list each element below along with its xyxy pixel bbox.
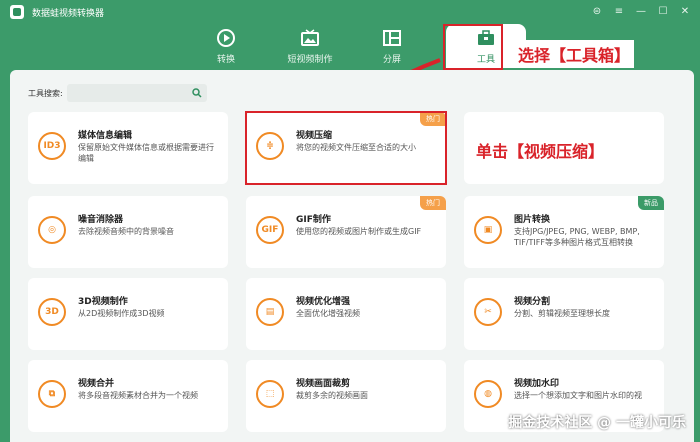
card-desc: 支持JPG/JPEG, PNG, WEBP, BMP, TIF/TIFF等多种图… <box>514 227 640 247</box>
card-desc: 裁剪多余的视频画面 <box>296 391 368 400</box>
menu-icon[interactable]: ≡ <box>610 3 628 19</box>
convert-icon <box>217 29 235 47</box>
headphones-icon: ◎ <box>38 216 66 244</box>
tool-card-media-info[interactable]: ID3 媒体信息编辑 保留原始文件媒体信息或根据需要进行编辑 <box>28 112 228 184</box>
scissors-icon: ✂ <box>474 298 502 326</box>
title-bar: 数据蛙视频转换器 ⊜ ≡ — ☐ ✕ <box>0 0 700 24</box>
search-input[interactable] <box>66 87 187 106</box>
hot-badge: 热门 <box>420 196 446 210</box>
maximize-icon[interactable]: ☐ <box>654 3 672 19</box>
card-title: 视频合并 <box>78 379 115 389</box>
image-convert-icon: ▣ <box>474 216 502 244</box>
app-title: 数据蛙视频转换器 <box>32 8 105 19</box>
tool-card-image-convert[interactable]: ▣ 图片转换 支持JPG/JPEG, PNG, WEBP, BMP, TIF/T… <box>464 196 664 268</box>
site-watermark: 掘金技术社区 @ 一罐小可乐 <box>508 415 686 431</box>
search-label: 工具搜索: <box>28 88 63 98</box>
tool-card-video-split[interactable]: ✂ 视频分割 分割、剪辑视频至理想长度 <box>464 278 664 350</box>
tv-icon <box>301 29 319 46</box>
3d-icon: 3D <box>38 298 66 326</box>
merge-icon: ⧉ <box>38 380 66 408</box>
minimize-icon[interactable]: — <box>632 3 650 19</box>
new-badge: 新品 <box>638 196 664 210</box>
search-icon[interactable] <box>191 88 202 98</box>
card-desc: 选择一个想添加文字和图片水印的视 <box>514 391 642 400</box>
select-toolbox-callout: 选择【工具箱】 <box>514 40 635 68</box>
tool-card-noise-removal[interactable]: ◎ 噪音消除器 去除视频音频中的背景噪音 <box>28 196 228 268</box>
card-desc: 保留原始文件媒体信息或根据需要进行编辑 <box>78 143 214 163</box>
tool-card-video-crop[interactable]: ⬚ 视频画面裁剪 裁剪多余的视频画面 <box>246 360 446 432</box>
card-desc: 从2D视频制作成3D视频 <box>78 309 165 318</box>
card-title: GIF制作 <box>296 215 331 225</box>
gif-icon: GIF <box>256 216 284 244</box>
watermark-icon: ◍ <box>474 380 502 408</box>
window-controls: ⊜ ≡ — ☐ ✕ <box>588 3 694 19</box>
tab-label-short-video: 短视频制作 <box>287 55 333 65</box>
tab-convert[interactable]: 转换 <box>186 24 266 68</box>
card-desc: 使用您的视频或图片制作或生成GIF <box>296 227 422 236</box>
card-desc: 去除视频音频中的背景噪音 <box>78 227 174 236</box>
split-screen-icon <box>383 30 401 46</box>
card-title: 媒体信息编辑 <box>78 131 133 141</box>
card-title: 视频加水印 <box>514 379 560 389</box>
card-title: 噪音消除器 <box>78 215 124 225</box>
tool-card-gif-maker[interactable]: GIF GIF制作 使用您的视频或图片制作或生成GIF 热门 <box>246 196 446 268</box>
feedback-icon[interactable]: ⊜ <box>588 3 606 19</box>
close-icon[interactable]: ✕ <box>676 3 694 19</box>
tab-short-video[interactable]: 短视频制作 <box>270 24 350 68</box>
toolbox-highlight-box <box>443 24 503 70</box>
tool-card-3d-video[interactable]: 3D 3D视频制作 从2D视频制作成3D视频 <box>28 278 228 350</box>
card-title: 视频画面裁剪 <box>296 379 351 389</box>
crop-icon: ⬚ <box>256 380 284 408</box>
card-desc: 将多段音视频素材合并为一个视频 <box>78 391 198 400</box>
card-title: 视频分割 <box>514 297 551 307</box>
card-title: 图片转换 <box>514 215 551 225</box>
card-title: 3D视频制作 <box>78 297 128 307</box>
search-box[interactable] <box>66 84 207 106</box>
card-desc: 全面优化增强视频 <box>296 309 360 318</box>
tool-search: 工具搜索: <box>28 84 207 106</box>
tool-card-video-enhance[interactable]: ▤ 视频优化增强 全面优化增强视频 <box>246 278 446 350</box>
id3-icon: ID3 <box>38 132 66 160</box>
tool-card-video-merge[interactable]: ⧉ 视频合并 将多段音视频素材合并为一个视频 <box>28 360 228 432</box>
card-title: 视频优化增强 <box>296 297 351 307</box>
tab-label-convert: 转换 <box>216 55 235 65</box>
app-logo <box>10 5 24 19</box>
enhance-icon: ▤ <box>256 298 284 326</box>
click-compress-callout: 单击【视频压缩】 <box>472 136 609 164</box>
compress-highlight-box <box>245 111 447 185</box>
card-desc: 分割、剪辑视频至理想长度 <box>514 309 610 318</box>
